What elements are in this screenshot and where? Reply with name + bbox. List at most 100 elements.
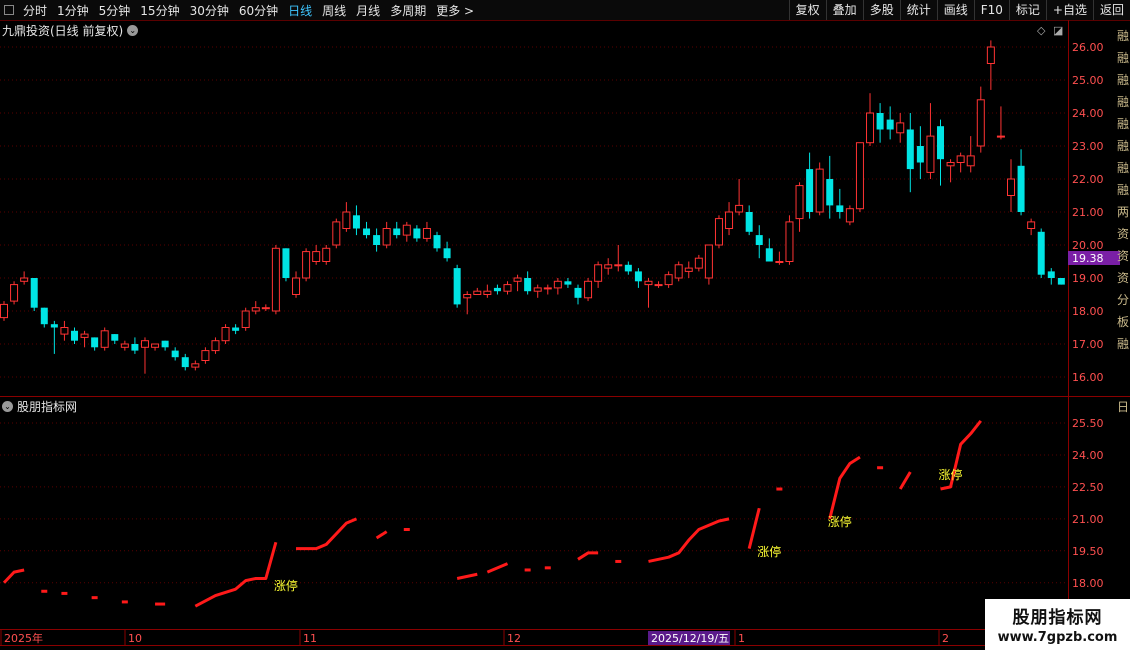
tab-period-8[interactable]: 月线 bbox=[351, 2, 385, 19]
y-tick-label: 16.00 bbox=[1072, 371, 1104, 384]
tab-period-9[interactable]: 多周期 bbox=[385, 2, 431, 19]
candlestick-series bbox=[0, 40, 1065, 374]
candle-body bbox=[866, 112, 875, 144]
candle-body bbox=[40, 307, 48, 325]
candle-body bbox=[70, 330, 78, 341]
candle-body bbox=[714, 218, 723, 246]
tab-period-5[interactable]: 60分钟 bbox=[234, 2, 283, 19]
indicator-segment bbox=[747, 507, 761, 550]
candle-body bbox=[352, 215, 360, 229]
candle-body bbox=[1047, 271, 1055, 278]
y-tick-label: 18.00 bbox=[1072, 305, 1104, 318]
candle-body bbox=[674, 264, 683, 279]
indicator-segment bbox=[375, 530, 388, 540]
tab-period-6[interactable]: 日线 bbox=[283, 2, 317, 19]
candle-body bbox=[140, 340, 149, 348]
candle-body bbox=[221, 327, 230, 342]
toolbar-button-3[interactable]: 统计 bbox=[899, 0, 937, 20]
price-tag: 19.38 bbox=[1072, 252, 1104, 265]
candle-body bbox=[111, 334, 119, 341]
candle-body bbox=[956, 155, 965, 163]
candle-body bbox=[363, 228, 371, 236]
candle-body bbox=[91, 337, 99, 348]
candle-body bbox=[916, 146, 924, 163]
candle-body bbox=[80, 333, 89, 338]
candle-body bbox=[1007, 178, 1015, 196]
tab-period-10[interactable]: 更多 > bbox=[431, 2, 479, 19]
candle-body bbox=[1037, 231, 1045, 275]
toolbar-button-5[interactable]: F10 bbox=[973, 0, 1009, 20]
x-axis-label: 2025年 bbox=[4, 631, 43, 645]
toolbar-button-8[interactable]: 返回 bbox=[1092, 0, 1130, 20]
candle-body bbox=[433, 235, 441, 249]
candle-body bbox=[232, 327, 240, 331]
candle-body bbox=[241, 310, 250, 328]
indicator-tick-label: 18.00 bbox=[1072, 577, 1104, 590]
limit-up-label: 涨停 bbox=[274, 578, 298, 593]
tab-period-1[interactable]: 1分钟 bbox=[52, 2, 94, 19]
candle-body bbox=[946, 162, 955, 167]
x-axis-label: 11 bbox=[303, 632, 317, 645]
x-axis-label: 12 bbox=[507, 632, 521, 645]
toolbar-button-7[interactable]: +自选 bbox=[1045, 0, 1093, 20]
candle-body bbox=[1057, 278, 1065, 285]
candle-body bbox=[483, 290, 492, 296]
candle-body bbox=[533, 287, 542, 292]
stock-title: 九鼎投资(日线 前复权) bbox=[2, 24, 124, 38]
candle-body bbox=[503, 284, 512, 292]
indicator-name: 股朋指标网 bbox=[17, 400, 78, 414]
indicator-title: ⌄ 股朋指标网 bbox=[2, 398, 77, 415]
toolbar-button-4[interactable]: 画线 bbox=[936, 0, 974, 20]
indicator-tick-label: 21.00 bbox=[1072, 513, 1104, 526]
candle-body bbox=[634, 271, 642, 282]
candle-body bbox=[937, 126, 945, 160]
candle-body bbox=[382, 228, 391, 246]
watermark-title: 股朋指标网 bbox=[1012, 608, 1103, 628]
side-label: 板 bbox=[1117, 315, 1129, 329]
tab-period-3[interactable]: 15分钟 bbox=[135, 2, 184, 19]
indicator-segment bbox=[828, 455, 861, 520]
indicator-tick-label: 24.00 bbox=[1072, 449, 1104, 462]
y-tick-label: 19.00 bbox=[1072, 272, 1104, 285]
candle-body bbox=[201, 350, 210, 362]
restore-icon: ◪ bbox=[1053, 24, 1063, 37]
indicator-segment bbox=[194, 541, 278, 608]
side-label: 资 bbox=[1117, 227, 1129, 241]
y-tick-label: 25.00 bbox=[1072, 74, 1104, 87]
candle-body bbox=[0, 303, 8, 319]
indicator-segment bbox=[898, 471, 912, 490]
toolbar-button-1[interactable]: 叠加 bbox=[825, 0, 863, 20]
candle-body bbox=[60, 327, 69, 335]
indicator-segment bbox=[2, 568, 25, 584]
chevron-down-icon[interactable]: ⌄ bbox=[2, 401, 13, 412]
candle-body bbox=[161, 340, 169, 348]
toolbar-button-6[interactable]: 标记 bbox=[1008, 0, 1046, 20]
candle-body bbox=[876, 113, 884, 130]
tab-period-4[interactable]: 30分钟 bbox=[185, 2, 234, 19]
candle-body bbox=[513, 277, 522, 282]
tab-period-0[interactable]: 分时 bbox=[18, 2, 52, 19]
limit-up-label: 涨停 bbox=[757, 544, 781, 559]
stock-chart[interactable]: ◇ ◪ 涨停涨停涨停涨停 26.0025.0024.0023.0022.0021.… bbox=[0, 0, 1130, 650]
candle-body bbox=[836, 205, 844, 212]
side-label: 资 bbox=[1117, 249, 1129, 263]
candle-body bbox=[704, 244, 713, 279]
y-tick-label: 22.00 bbox=[1072, 173, 1104, 186]
candle-body bbox=[524, 278, 532, 292]
candle-body bbox=[654, 284, 663, 287]
toolbar-button-0[interactable]: 复权 bbox=[788, 0, 826, 20]
candle-body bbox=[996, 135, 1005, 138]
candle-body bbox=[815, 168, 824, 213]
menu-square-icon[interactable] bbox=[4, 5, 14, 15]
period-toolbar: 分时 1分钟 5分钟 15分钟 30分钟 60分钟 日线 周线 月线 多周期 更多 > 复权 叠加 多股… bbox=[0, 0, 1130, 21]
tab-period-7[interactable]: 周线 bbox=[317, 2, 351, 19]
side-label: 资 bbox=[1117, 271, 1129, 285]
grid-lines: ◇ ◪ bbox=[0, 20, 1130, 646]
tab-period-2[interactable]: 5分钟 bbox=[94, 2, 136, 19]
chevron-down-icon[interactable]: ⌄ bbox=[127, 25, 139, 36]
candle-body bbox=[966, 155, 975, 167]
candle-body bbox=[886, 119, 894, 130]
toolbar-button-2[interactable]: 多股 bbox=[862, 0, 900, 20]
candle-body bbox=[684, 267, 693, 272]
candle-body bbox=[775, 261, 784, 263]
